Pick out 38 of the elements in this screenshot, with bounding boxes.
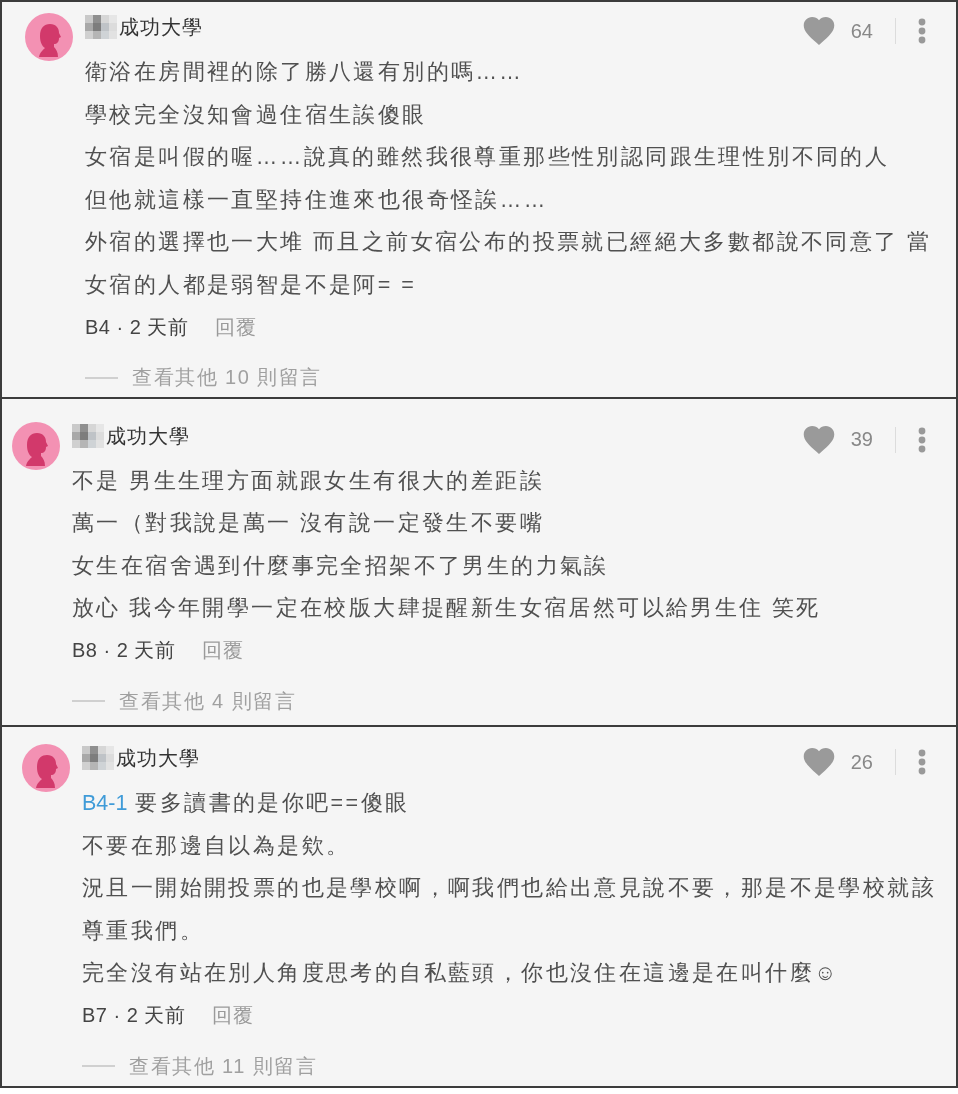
dash-icon (85, 376, 118, 379)
author-name: 成功大學 (106, 423, 190, 449)
comment-text: 況且一開始開投票的也是學校啊，啊我們也給出意見說不要，那是不是學校就該尊重我們。 (82, 875, 937, 945)
author-name: 成功大學 (116, 746, 200, 771)
like-button[interactable]: 39 (802, 425, 873, 454)
comment-text: 學校完全沒知會過住宿生誒傻眼 (85, 101, 428, 129)
floor-and-time: B7 · 2 天前 (82, 1003, 186, 1029)
reply-button[interactable]: 回覆 (202, 637, 245, 665)
comment-text: 女生在宿舍遇到什麼事完全招架不了男生的力氣誒 (72, 552, 610, 580)
comment-text: 女宿是叫假的喔……說真的雖然我很尊重那些性別認同跟生理性別不同的人 (85, 144, 891, 171)
comment-text: 萬一（對我說是萬一 沒有說一定發生不要嘴 (72, 510, 545, 537)
comment-text: B4-1 要多讀書的是你吧==傻眼 (82, 790, 411, 817)
like-button[interactable]: 26 (802, 748, 873, 776)
comment-text: 放心 我今年開學一定在校版大肆提醒新生女宿居然可以給男生住 笑死 (72, 595, 822, 622)
view-more-replies-button[interactable]: 查看其他 11 則留言 (82, 1051, 318, 1081)
comment-text: 完全沒有站在別人角度思考的自私藍頭，你也沒住在這邊是在叫什麼☺ (82, 960, 840, 987)
reply-button[interactable]: 回覆 (212, 1002, 255, 1030)
dash-icon (82, 1065, 115, 1067)
floor-and-time: B8 · 2 天前 (72, 638, 176, 664)
mention-link[interactable]: B4-1 (82, 791, 128, 815)
kebab-menu-icon[interactable] (918, 426, 926, 453)
floor-and-time: B4 · 2 天前 (85, 314, 189, 340)
comment-text: 不要在那邊自以為是欸。 (82, 832, 352, 860)
avatar-icon (22, 744, 70, 792)
comment-text: 衛浴在房間裡的除了勝八還有別的嗎…… (85, 59, 525, 86)
dash-icon (72, 700, 105, 702)
avatar-icon (25, 13, 73, 61)
avatar-icon (12, 421, 60, 470)
like-button[interactable]: 64 (802, 17, 873, 45)
view-more-replies-button[interactable]: 查看其他 10 則留言 (85, 362, 322, 393)
author-name: 成功大學 (119, 15, 203, 40)
kebab-menu-icon[interactable] (918, 749, 926, 775)
view-more-replies-button[interactable]: 查看其他 4 則留言 (72, 686, 297, 716)
kebab-menu-icon[interactable] (918, 18, 926, 44)
comment-text: 但他就這樣一直堅持住進來也很奇怪誒…… (85, 186, 549, 214)
reply-button[interactable]: 回覆 (215, 313, 258, 341)
comment-text: 不是 男生生理方面就跟女生有很大的差距誒 (72, 467, 545, 495)
comment-text: 外宿的選擇也一大堆 而且之前女宿公布的投票就已經絕大多數都說不同意了 當女宿的人都是弱智是不是阿= = (85, 229, 933, 299)
